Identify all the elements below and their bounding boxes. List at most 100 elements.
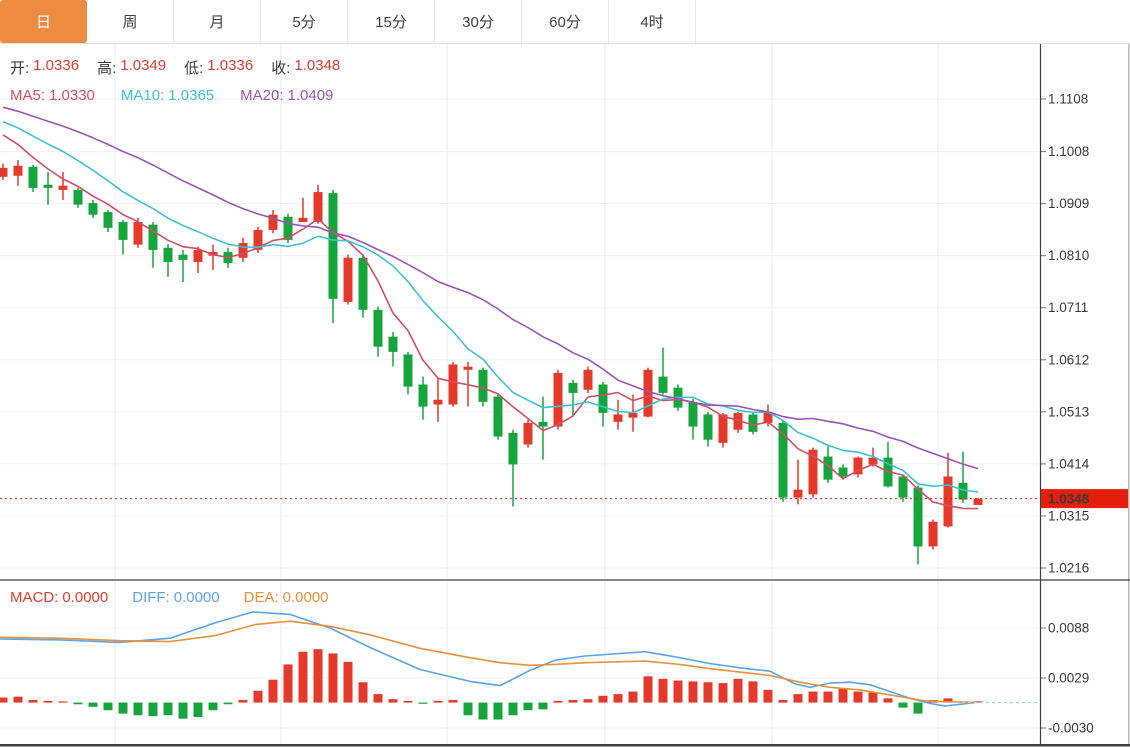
macd-bar [464,703,473,716]
macd-bar [269,680,278,703]
candle-up [194,250,203,262]
candle-up [524,423,533,445]
open-value: 1.0336 [33,57,79,78]
candle-up [449,365,458,405]
candle-down [914,488,923,547]
price-axis-label: 1.0315 [1048,508,1089,523]
candle-down [104,212,113,228]
candle-up [944,477,953,527]
macd-legend: MACD:0.0000 DIFF:0.0000 DEA:0.0000 [10,589,329,606]
candle-down [494,397,503,437]
macd-bar [884,698,893,702]
close-readout: 收:1.0348 [271,57,340,78]
candle-down [29,167,38,188]
macd-bar [44,701,53,703]
low-label: 低: [184,57,203,78]
macd-bar [764,690,773,703]
macd-readout: MACD:0.0000 [10,589,108,606]
tab-week[interactable]: 周 [87,0,174,43]
price-axis-label: 1.1008 [1048,144,1089,159]
macd-bar [614,694,623,702]
chart-canvas[interactable]: 1.11081.10081.09091.08101.07111.06121.05… [0,0,1130,747]
candle-down [599,385,608,413]
macd-bar [719,683,728,702]
macd-bar [164,703,173,716]
macd-bar [239,700,248,703]
macd-axis-label: 0.0088 [1048,621,1089,636]
macd-axis-label: -0.0030 [1048,721,1094,736]
candle-up [974,499,983,505]
candle-down [689,402,698,427]
macd-bar [134,703,143,716]
candle-up [584,370,593,390]
low-value: 1.0336 [207,57,253,78]
macd-bar [359,682,368,702]
candle-down [404,355,413,387]
macd-bar [479,703,488,720]
ma5-readout: MA5:1.0330 [10,87,95,104]
candle-up [614,414,623,421]
macd-bar [539,703,548,710]
candle-down [479,370,488,402]
tab-min5[interactable]: 5分 [261,0,348,43]
candle-up [14,166,23,176]
dea-readout: DEA:0.0000 [244,589,329,606]
macd-bar [299,652,308,703]
macd-bar [179,703,188,719]
macd-bar [659,679,668,703]
low-readout: 低:1.0336 [184,57,253,78]
ohlc-legend: 开:1.0336 高:1.0349 低:1.0336 收:1.0348 [10,57,340,78]
macd-bar [779,700,788,703]
candle-down [569,383,578,393]
tab-min30[interactable]: 30分 [435,0,522,43]
macd-bar [509,703,518,716]
timeframe-tabbar: 日周月5分15分30分60分4时 [0,0,1130,44]
macd-bar [119,703,128,714]
candle-down [539,422,548,427]
ma10-readout: MA10:1.0365 [121,87,214,104]
macd-bar [419,703,428,704]
macd-bar [194,703,203,717]
macd-bar [749,681,758,702]
tab-min60[interactable]: 60分 [522,0,609,43]
candle-down [74,190,83,205]
high-readout: 高:1.0349 [97,57,166,78]
macd-bar [449,700,458,703]
macd-bar [584,699,593,702]
macd-bar [494,703,503,720]
tab-min15[interactable]: 15分 [348,0,435,43]
price-axis-label: 1.0612 [1048,352,1089,367]
candle-down [329,193,338,299]
candle-up [794,490,803,498]
tab-day[interactable]: 日 [0,0,87,43]
candle-down [704,414,713,439]
candle-up [299,218,308,222]
macd-bar [839,688,848,702]
macd-axis-label: 0.0029 [1048,671,1089,686]
candle-down [659,377,668,393]
candle-down [509,433,518,465]
candle-down [44,185,53,188]
macd-bar [0,697,8,702]
macd-bar [389,699,398,702]
close-label: 收: [271,57,290,78]
macd-bar [344,662,353,703]
candle-up [239,243,248,258]
candle-up [344,258,353,302]
candle-up [554,373,563,427]
macd-bar [374,694,383,702]
macd-bar [524,703,533,711]
candle-down [389,337,398,352]
price-axis-label: 1.0810 [1048,248,1089,263]
macd-bar [314,649,323,702]
tab-month[interactable]: 月 [174,0,261,43]
candle-down [89,203,98,215]
macd-bar [794,694,803,702]
macd-bar [404,701,413,703]
open-label: 开: [10,57,29,78]
candle-up [719,414,728,442]
macd-bar [89,703,98,707]
macd-bar [599,696,608,703]
macd-bar [629,692,638,703]
tab-hour4[interactable]: 4时 [609,0,696,43]
